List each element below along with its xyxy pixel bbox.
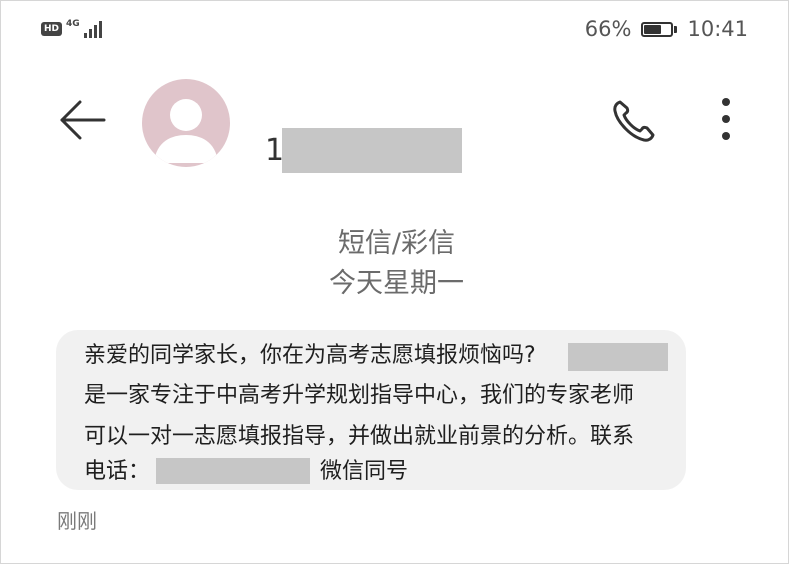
message-tail: 微信同号 [320,459,409,484]
call-button[interactable] [609,96,659,146]
message-type-label: 短信/彩信 [337,228,456,259]
message-timestamp: 刚刚 [57,509,97,533]
screen-frame: HD 4G 66% 10:41 13 [0,0,789,564]
redacted-phone-number [282,128,462,173]
avatar-person-icon [154,99,218,163]
signal-icon [83,21,102,38]
status-time: 10:41 [687,17,748,41]
more-vertical-icon [722,98,730,140]
status-bar-right: 66% 10:41 [585,17,748,41]
message-line: 是一家专注于中高考升学规划指导中心，我们的专家老师 [84,383,635,408]
date-label: 今天星期一 [329,268,464,299]
redacted-contact-phone [156,458,310,484]
battery-percent: 66% [584,17,632,41]
battery-fill [644,24,662,34]
message-line: 可以一对一志愿填报指导，并做出就业前景的分析。联系 [84,424,635,449]
network-type-label: 4G [66,19,80,29]
redacted-brand-name [568,343,668,371]
phone-icon [613,100,655,142]
battery-icon [641,21,678,37]
more-options-button[interactable] [713,97,739,141]
back-arrow-icon [60,100,106,140]
status-bar-left: HD 4G [41,19,110,39]
message-line: 电话： [84,459,151,484]
contact-avatar[interactable] [142,79,230,167]
back-button[interactable] [56,94,108,146]
hd-badge: HD [41,22,63,36]
message-bubble[interactable]: 亲爱的同学家长，你在为高考志愿填报烦恼吗? 是一家专注于中高考升学规划指导中心，… [56,330,686,490]
message-line: 亲爱的同学家长，你在为高考志愿填报烦恼吗? [84,343,536,368]
